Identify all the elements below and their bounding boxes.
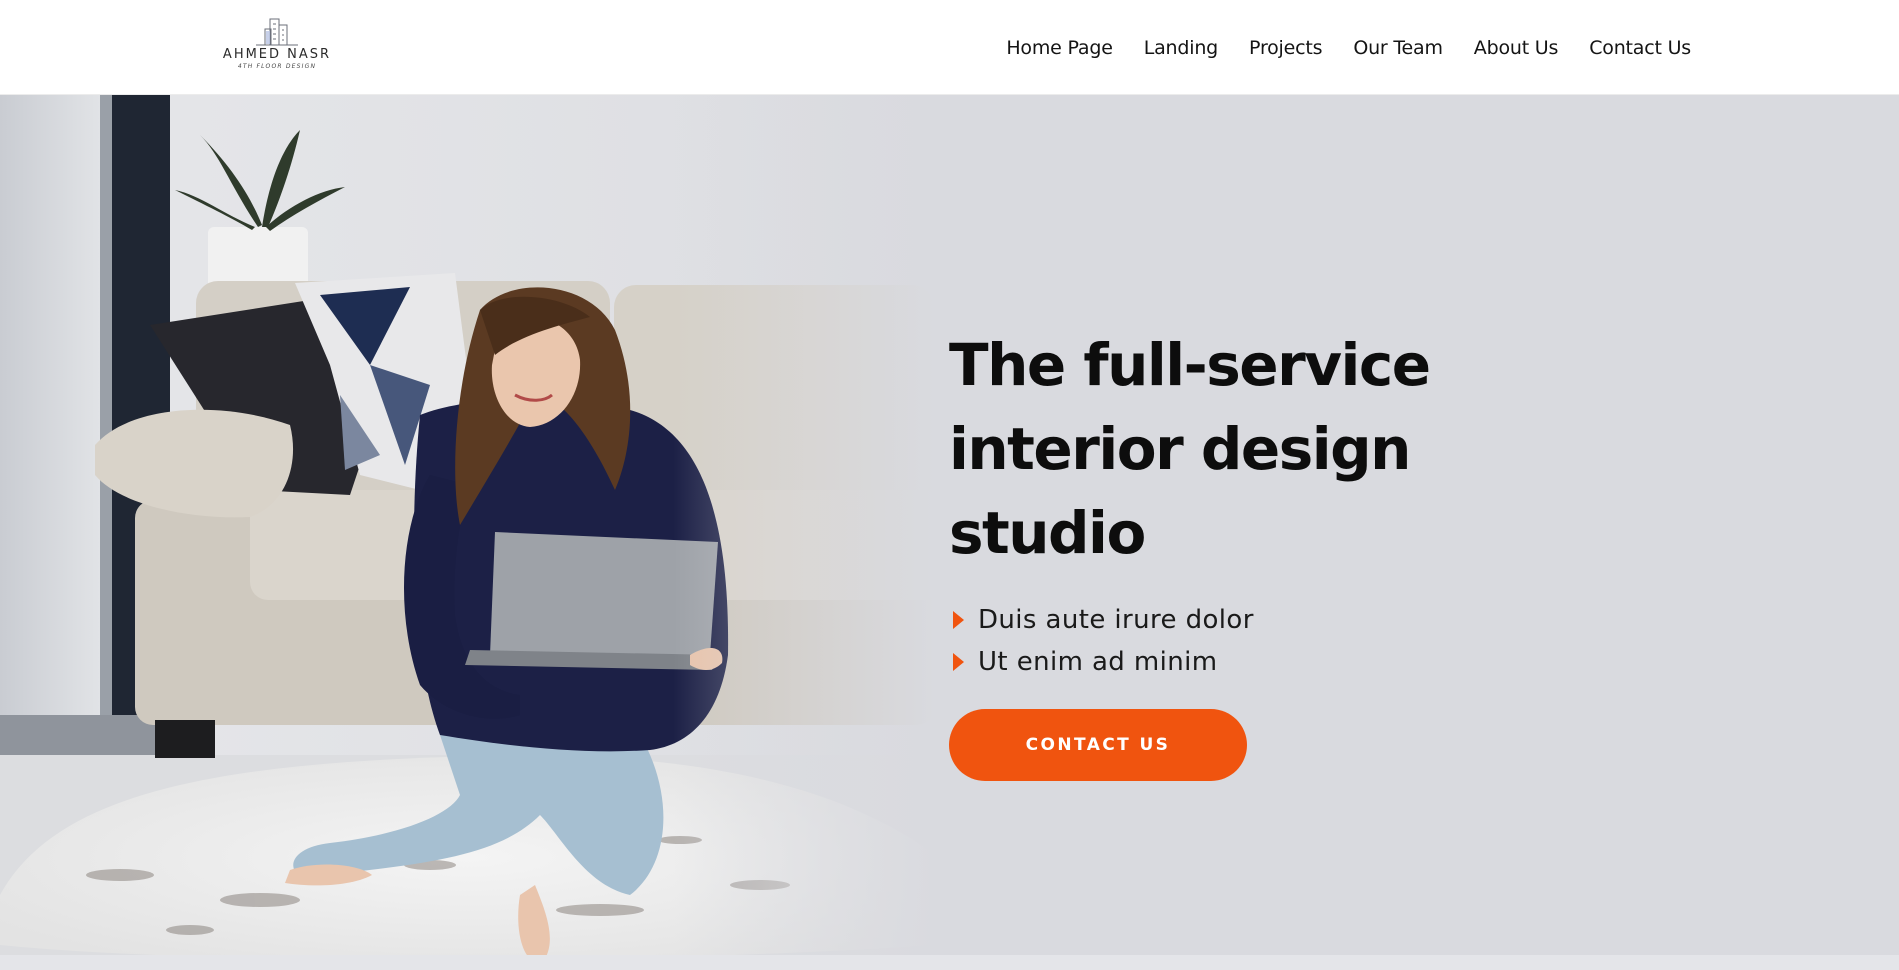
nav-item-contact-us[interactable]: Contact Us [1589, 37, 1691, 59]
brand-tagline: 4TH FLOOR DESIGN [237, 63, 317, 70]
list-item: Duis aute irure dolor [949, 599, 1509, 641]
bullet-text: Duis aute irure dolor [978, 605, 1254, 635]
list-item: Ut enim ad minim [949, 641, 1509, 683]
main-navigation: Home Page Landing Projects Our Team Abou… [1006, 0, 1691, 95]
nav-item-our-team[interactable]: Our Team [1353, 37, 1443, 59]
bullet-text: Ut enim ad minim [978, 647, 1218, 677]
brand-name: AHMED NASR [222, 47, 332, 62]
hero-image [0, 95, 935, 955]
contact-us-button[interactable]: CONTACT US [949, 709, 1247, 781]
site-header: AHMED NASR 4TH FLOOR DESIGN Home Page La… [0, 0, 1899, 95]
hero-title: The full-service interior design studio [949, 331, 1431, 567]
nav-item-projects[interactable]: Projects [1249, 37, 1323, 59]
building-outline-icon [256, 18, 298, 46]
section-divider [0, 955, 1899, 970]
woman-on-rug-with-laptop-photo [0, 95, 935, 955]
hero-content: The full-service interior design studio … [949, 323, 1509, 781]
nav-item-landing[interactable]: Landing [1144, 37, 1219, 59]
nav-item-about-us[interactable]: About Us [1474, 37, 1559, 59]
caret-right-icon [953, 611, 964, 629]
hero-bullet-list: Duis aute irure dolor Ut enim ad minim [949, 599, 1509, 683]
hero-section: The full-service interior design studio … [0, 95, 1899, 955]
brand-logo[interactable]: AHMED NASR 4TH FLOOR DESIGN [222, 16, 332, 72]
caret-right-icon [953, 653, 964, 671]
nav-item-home-page[interactable]: Home Page [1006, 37, 1113, 59]
